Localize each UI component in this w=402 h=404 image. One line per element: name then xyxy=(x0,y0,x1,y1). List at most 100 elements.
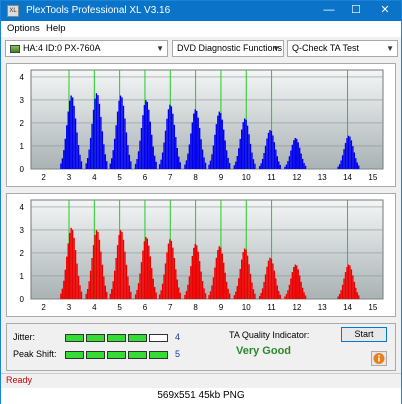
histogram-bar xyxy=(100,116,102,169)
histogram-bar xyxy=(136,289,138,299)
histogram-bar xyxy=(251,282,253,299)
histogram-bar xyxy=(71,229,74,299)
histogram-bar xyxy=(273,142,276,169)
x-tick-label: 5 xyxy=(117,173,122,182)
histogram-bar xyxy=(173,124,176,169)
histogram-bar xyxy=(187,153,189,169)
histogram-bar xyxy=(249,273,252,299)
x-tick-label: 7 xyxy=(168,173,173,182)
histogram-bar xyxy=(217,249,219,299)
histogram-bar xyxy=(143,105,146,169)
histogram-bar xyxy=(184,294,186,299)
histogram-bar xyxy=(163,274,165,299)
histogram-bar xyxy=(175,269,177,299)
histogram-bar xyxy=(77,145,80,169)
histogram-bar xyxy=(153,286,156,299)
histogram-bar xyxy=(209,160,212,169)
app-icon: XL xyxy=(7,5,19,17)
histogram-bar xyxy=(166,252,168,299)
histogram-bar xyxy=(288,284,291,299)
histogram-bar xyxy=(97,231,99,299)
x-tick-label: 11 xyxy=(267,303,276,312)
histogram-bar xyxy=(346,138,348,169)
histogram-bar xyxy=(146,238,149,299)
histogram-bar xyxy=(214,134,216,169)
histogram-bar xyxy=(353,281,356,299)
histogram-bar xyxy=(298,275,301,299)
histogram-bar xyxy=(130,291,132,299)
maximize-button[interactable]: ☐ xyxy=(344,1,368,21)
x-tick-label: 14 xyxy=(343,173,352,182)
histogram-bar xyxy=(203,288,205,299)
histogram-bar xyxy=(80,161,83,169)
info-button[interactable] xyxy=(371,351,387,366)
histogram-bar xyxy=(276,285,278,299)
meter-segment xyxy=(128,334,147,342)
histogram-bar xyxy=(279,294,281,299)
histogram-bar xyxy=(173,257,176,299)
histogram-bar xyxy=(137,151,140,169)
histogram-bar xyxy=(344,272,347,299)
histogram-bar xyxy=(352,275,354,299)
histogram-bar xyxy=(278,161,280,169)
histogram-bar xyxy=(246,255,249,299)
histogram-bar xyxy=(76,263,78,299)
histogram-bar xyxy=(139,140,141,169)
histogram-bar xyxy=(119,95,122,169)
histogram-bar xyxy=(285,293,288,299)
histogram-bar xyxy=(60,163,62,169)
histogram-bar xyxy=(98,103,101,169)
histogram-bar xyxy=(300,153,302,169)
x-tick-label: 4 xyxy=(92,303,97,312)
histogram-bar xyxy=(260,292,262,299)
histogram-bar xyxy=(215,124,218,169)
histogram-bar xyxy=(88,149,90,169)
histogram-bar xyxy=(64,138,66,169)
histogram-bar xyxy=(149,121,151,169)
histogram-bar xyxy=(91,257,93,299)
histogram-bar xyxy=(197,117,199,169)
histogram-bar xyxy=(70,227,72,299)
histogram-bar xyxy=(303,292,305,299)
histogram-bar xyxy=(273,270,276,299)
chevron-down-icon: ▼ xyxy=(386,44,394,53)
histogram-bar xyxy=(145,100,147,169)
histogram-bar xyxy=(272,135,274,169)
histogram-bar xyxy=(134,163,137,169)
histogram-bar xyxy=(188,276,191,299)
x-tick-label: 13 xyxy=(318,303,327,312)
menu-options[interactable]: Options xyxy=(7,23,40,34)
x-tick-label: 9 xyxy=(219,303,224,312)
y-tick-label: 1 xyxy=(20,272,25,281)
y-tick-label: 2 xyxy=(20,249,25,258)
histogram-bar xyxy=(158,164,161,169)
histogram-bar xyxy=(172,247,174,299)
histogram-bar xyxy=(124,118,126,169)
start-button[interactable]: Start xyxy=(341,327,387,342)
x-tick-label: 6 xyxy=(143,303,148,312)
chevron-down-icon: ▼ xyxy=(272,44,280,53)
histogram-bar xyxy=(139,273,141,299)
histogram-bar xyxy=(303,162,305,169)
histogram-bar xyxy=(121,97,123,169)
histogram-bar xyxy=(167,109,170,169)
close-button[interactable]: ✕ xyxy=(373,1,397,21)
histogram-bar xyxy=(70,95,72,169)
x-tick-label: 9 xyxy=(219,173,224,182)
function-select[interactable]: DVD Diagnostic Functions ▼ xyxy=(172,40,284,57)
histogram-bar xyxy=(166,118,168,169)
histogram-bar xyxy=(115,125,117,169)
histogram-bar xyxy=(111,158,113,169)
histogram-bar xyxy=(109,163,111,169)
menu-help[interactable]: Help xyxy=(46,23,66,34)
minimize-button[interactable]: — xyxy=(317,1,341,21)
drive-select[interactable]: HA:4 ID:0 PX-760A ▼ xyxy=(5,40,168,57)
histogram-bar xyxy=(194,109,196,169)
test-select-value: Q-Check TA Test xyxy=(292,43,360,53)
histogram-bar xyxy=(264,274,267,299)
histogram-bar xyxy=(252,159,255,169)
histogram-bar xyxy=(185,160,188,169)
test-select[interactable]: Q-Check TA Test ▼ xyxy=(287,40,398,57)
meter-segment xyxy=(149,351,168,359)
histogram-bar xyxy=(152,278,154,299)
